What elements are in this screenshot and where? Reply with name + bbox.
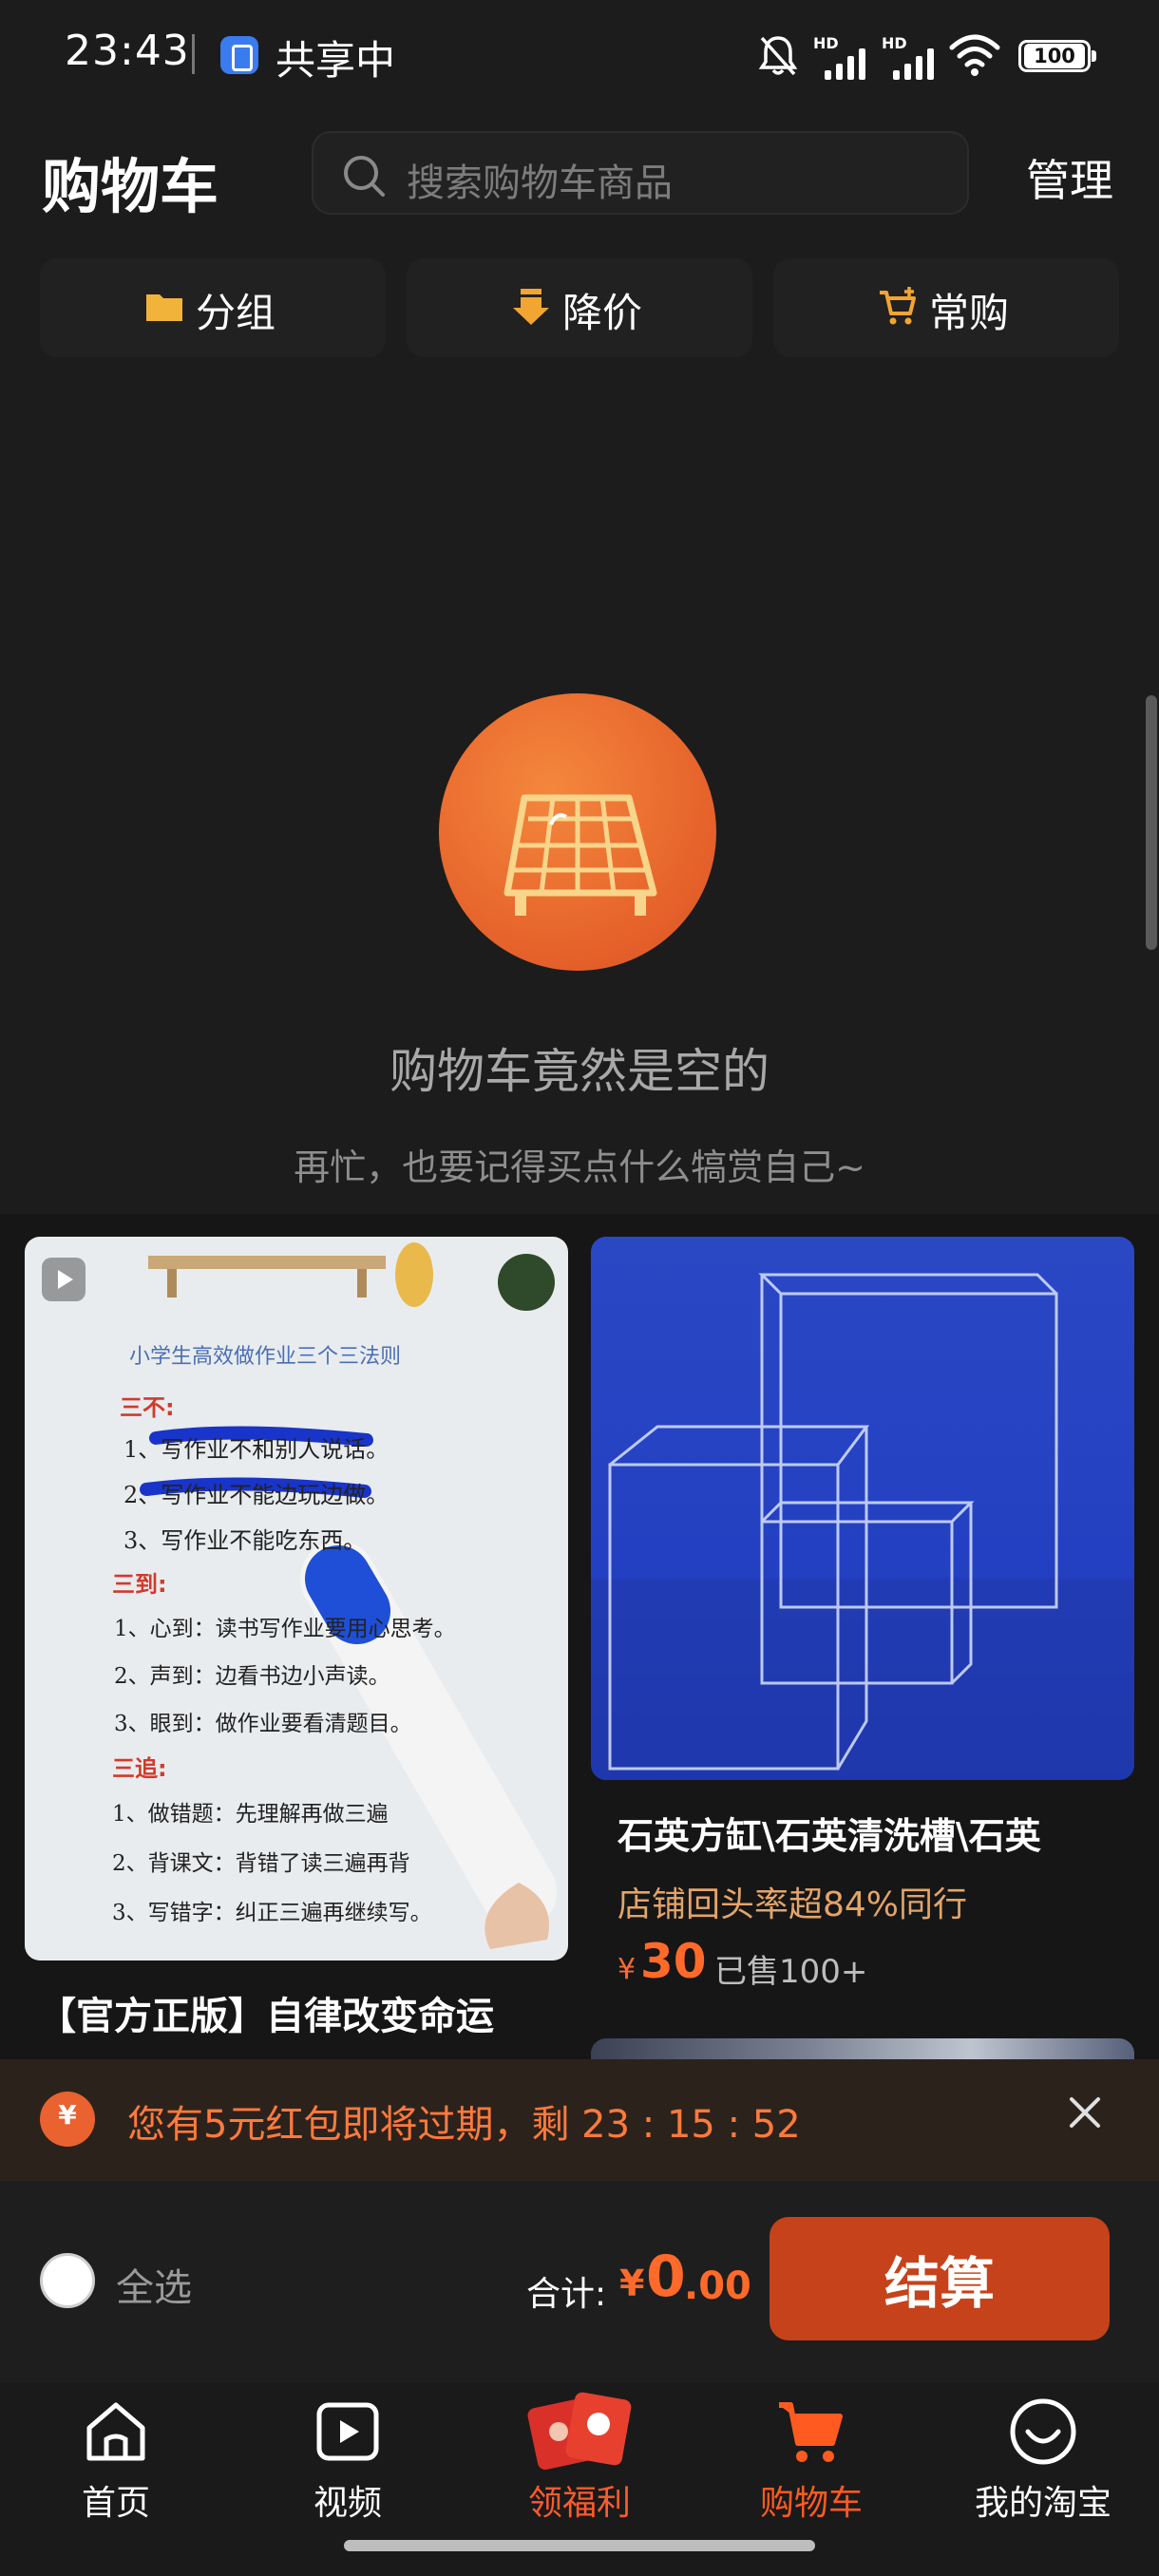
empty-cart-subtitle: 再忙，也要记得买点什么犒赏自己~ (294, 1146, 865, 1188)
red-packet-icon (40, 2092, 95, 2147)
image-section-3: 三追: (112, 1755, 167, 1782)
nav-rewards[interactable]: 领福利 (464, 2382, 695, 2553)
manage-button[interactable]: 管理 (1026, 146, 1113, 209)
wifi-icon (949, 34, 1000, 76)
total-amount: 0 (646, 2244, 686, 2310)
signal-icon-2: HD (882, 34, 942, 80)
close-icon[interactable] (1060, 2088, 1110, 2137)
product-card-2-tag: 店铺回头率超84%同行 (618, 1885, 968, 1924)
nav-video-label: 视频 (313, 2484, 382, 2523)
search-placeholder: 搜索购物车商品 (407, 161, 673, 205)
select-all-checkbox[interactable] (40, 2253, 95, 2308)
nav-my-taobao-label: 我的淘宝 (974, 2484, 1112, 2523)
status-divider (192, 34, 195, 74)
image-section-2-items: 1、心到：读书写作业要用心思考。 2、声到：边看书边小声读。 3、眼到：做作业要… (114, 1617, 456, 1736)
search-input[interactable]: 搜索购物车商品 (312, 131, 969, 215)
video-icon (316, 2402, 379, 2461)
nav-my-taobao[interactable]: 我的淘宝 (927, 2382, 1159, 2553)
sharing-label: 共享中 (276, 37, 396, 84)
screen-share-icon (220, 36, 258, 74)
nav-rewards-label: 领福利 (527, 2484, 631, 2523)
page-title: 购物车 (42, 152, 219, 221)
scrollbar[interactable] (1146, 695, 1157, 950)
nav-home[interactable]: 首页 (0, 2382, 232, 2553)
product-card-1-image[interactable]: 小学生高效做作业三个三法则 三不: 1、写作业不和别人说话。 2、写作业不能边玩… (25, 1237, 568, 1960)
cart-plus-icon (880, 287, 916, 325)
total-amount-decimal: .00 (684, 2264, 751, 2308)
nav-home-label: 首页 (81, 2484, 150, 2523)
image-section-1: 三不: (120, 1394, 175, 1421)
tab-price-drop-label: 降价 (562, 290, 643, 336)
status-bar: 23:43 共享中 HD HD 100 (0, 0, 1159, 114)
nav-video[interactable]: 视频 (232, 2382, 464, 2553)
cart-icon (779, 2402, 843, 2462)
mute-bell-icon (758, 36, 798, 76)
image-heading: 小学生高效做作业三个三法则 (129, 1345, 402, 1369)
coupon-expiry-text: 您有5元红包即将过期，剩 23 : 15 : 52 (127, 2103, 801, 2147)
folder-icon (146, 294, 182, 321)
tab-frequent[interactable]: 常购 (773, 258, 1119, 357)
product-card-2-image[interactable] (591, 1237, 1134, 1780)
smile-icon (1010, 2398, 1076, 2465)
tab-group[interactable]: 分组 (40, 258, 386, 357)
coupon-expiry-banner[interactable]: 您有5元红包即将过期，剩 23 : 15 : 52 (0, 2059, 1159, 2181)
image-section-2: 三到: (112, 1571, 167, 1598)
nav-cart-label: 购物车 (759, 2484, 863, 2523)
search-icon (344, 156, 385, 197)
header: 购物车 搜索购物车商品 管理 (0, 123, 1159, 228)
product-card-1-title[interactable]: 【官方正版】自律改变命运 (38, 1985, 494, 2040)
video-badge-icon (42, 1258, 86, 1301)
tab-group-label: 分组 (196, 290, 276, 336)
product-card-2-price: 30 (640, 1934, 707, 1989)
home-indicator[interactable] (344, 2540, 815, 2551)
image-section-3-items: 1、做错题：先理解再做三遍 2、背课文：背错了读三遍再背 3、写错字：纠正三遍再… (112, 1802, 432, 1925)
status-time: 23:43 (65, 27, 190, 75)
quick-tabs: 分组 降价 常购 (40, 258, 1119, 357)
signal-icon-1: HD (813, 34, 874, 80)
product-card-2-sold: 已售100+ (714, 1953, 868, 1991)
empty-cart-illustration (439, 693, 716, 971)
red-packet-icon (527, 2392, 632, 2471)
total-label: 合计: (526, 2275, 607, 2314)
price-drop-icon (513, 289, 549, 325)
total-currency: ¥ (619, 2263, 645, 2304)
empty-cart-title: 购物车竟然是空的 (390, 1044, 770, 1099)
battery-icon: 100 (1018, 40, 1096, 72)
tab-frequent-label: 常购 (929, 290, 1010, 336)
nav-cart[interactable]: 购物车 (695, 2382, 927, 2553)
select-all-label[interactable]: 全选 (116, 2257, 192, 2312)
product-card-2-currency: ¥ (618, 1953, 636, 1986)
tab-price-drop[interactable]: 降价 (407, 258, 752, 357)
checkout-button[interactable]: 结算 (770, 2217, 1110, 2340)
checkout-bar: 全选 合计: ¥ 0 .00 结算 (0, 2181, 1159, 2382)
image-section-1-items: 1、写作业不和别人说话。 2、写作业不能边玩边做。 3、写作业不能吃东西。 (124, 1436, 390, 1554)
product-card-2-title[interactable]: 石英方缸\石英清洗槽\石英 (618, 1807, 1130, 1859)
home-icon (86, 2402, 145, 2461)
